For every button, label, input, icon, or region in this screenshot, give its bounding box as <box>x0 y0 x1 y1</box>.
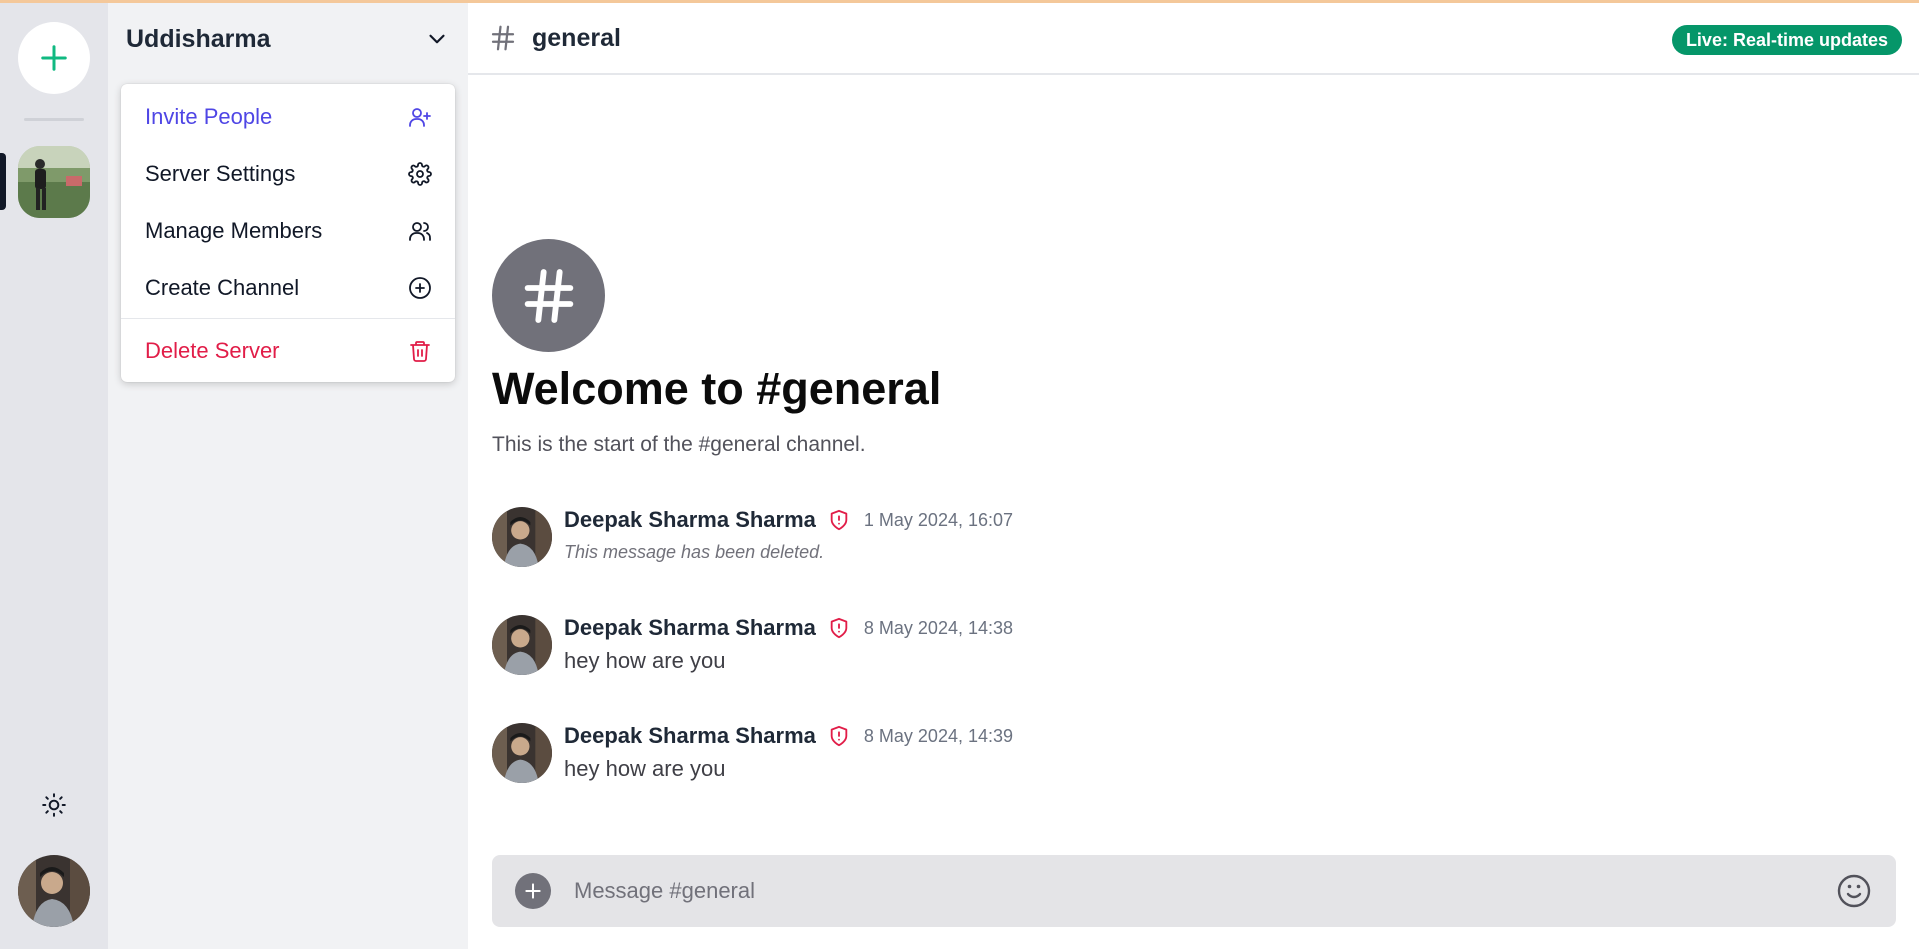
author-avatar[interactable] <box>492 723 552 783</box>
channel-header: general Live: Real-time updates <box>468 3 1919 75</box>
trash-icon <box>407 338 433 364</box>
message-header: Deepak Sharma Sharma 8 May 2024, 14:39 <box>564 723 1013 749</box>
shield-alert-icon <box>828 508 852 532</box>
menu-item-label: Create Channel <box>145 274 300 300</box>
message-timestamp: 8 May 2024, 14:39 <box>863 725 1014 746</box>
chat-main: general Live: Real-time updates Welcome … <box>468 3 1919 949</box>
shield-alert-icon <box>828 616 852 640</box>
add-server-button[interactable] <box>18 22 90 94</box>
shield-alert-icon <box>828 724 852 748</box>
user-plus-icon <box>407 104 433 130</box>
chat-message: Deepak Sharma Sharma 8 May 2024, 14:39 h… <box>492 723 1592 785</box>
message-author[interactable]: Deepak Sharma Sharma <box>564 723 816 749</box>
current-user-avatar[interactable] <box>18 855 90 927</box>
hash-icon <box>491 25 515 51</box>
plus-icon <box>525 883 541 899</box>
avatar-image <box>18 855 90 927</box>
server-header-button[interactable]: Uddisharma <box>108 3 468 75</box>
server-name: Uddisharma <box>126 24 271 53</box>
message-author[interactable]: Deepak Sharma Sharma <box>564 615 816 641</box>
server-image <box>18 146 90 218</box>
menu-item-delete-server[interactable]: Delete Server <box>121 322 455 379</box>
plus-icon <box>41 45 67 71</box>
live-status-badge: Live: Real-time updates <box>1671 25 1902 55</box>
server-dropdown-menu: Invite People Server Settings Manage Mem… <box>121 84 455 382</box>
menu-item-manage-members[interactable]: Manage Members <box>121 202 455 259</box>
server-icon-uddisharma[interactable] <box>18 146 90 218</box>
message-body: hey how are you <box>564 648 726 673</box>
message-author[interactable]: Deepak Sharma Sharma <box>564 507 816 533</box>
menu-item-create-channel[interactable]: Create Channel <box>121 259 455 316</box>
server-rail <box>0 3 108 949</box>
users-icon <box>407 218 433 244</box>
welcome-subtitle: This is the start of the #general channe… <box>492 433 866 456</box>
hash-icon <box>524 268 573 323</box>
attach-button[interactable] <box>515 873 551 909</box>
chat-message: Deepak Sharma Sharma 8 May 2024, 14:38 h… <box>492 615 1592 677</box>
avatar-image <box>492 615 552 675</box>
menu-item-label: Invite People <box>145 103 273 129</box>
message-input[interactable] <box>574 869 1794 913</box>
menu-item-label: Manage Members <box>145 217 323 243</box>
theme-toggle-button[interactable] <box>38 789 70 821</box>
message-header: Deepak Sharma Sharma 1 May 2024, 16:07 <box>564 507 1013 533</box>
message-composer <box>492 855 1896 927</box>
smile-icon <box>1837 874 1871 908</box>
avatar-image <box>492 723 552 783</box>
gear-icon <box>407 161 433 187</box>
author-avatar[interactable] <box>492 615 552 675</box>
message-body: hey how are you <box>564 756 726 781</box>
channel-title: general <box>532 23 621 52</box>
menu-separator <box>121 318 455 319</box>
emoji-button[interactable] <box>1834 871 1874 911</box>
avatar-image <box>492 507 552 567</box>
channel-welcome-icon <box>492 239 605 352</box>
chat-message: Deepak Sharma Sharma 1 May 2024, 16:07 T… <box>492 507 1592 569</box>
welcome-title: Welcome to #general <box>492 363 942 414</box>
author-avatar[interactable] <box>492 507 552 567</box>
plus-circle-icon <box>407 275 433 301</box>
message-body: This message has been deleted. <box>564 542 825 562</box>
active-server-indicator <box>0 153 6 210</box>
message-timestamp: 1 May 2024, 16:07 <box>863 509 1014 530</box>
menu-item-server-settings[interactable]: Server Settings <box>121 145 455 202</box>
message-timestamp: 8 May 2024, 14:38 <box>863 617 1014 638</box>
menu-item-label: Delete Server <box>145 337 280 363</box>
menu-item-label: Server Settings <box>145 160 296 186</box>
sun-icon <box>42 793 66 817</box>
rail-separator <box>24 118 84 121</box>
chevron-down-icon <box>429 34 445 44</box>
menu-item-invite-people[interactable]: Invite People <box>121 88 455 145</box>
message-header: Deepak Sharma Sharma 8 May 2024, 14:38 <box>564 615 1013 641</box>
